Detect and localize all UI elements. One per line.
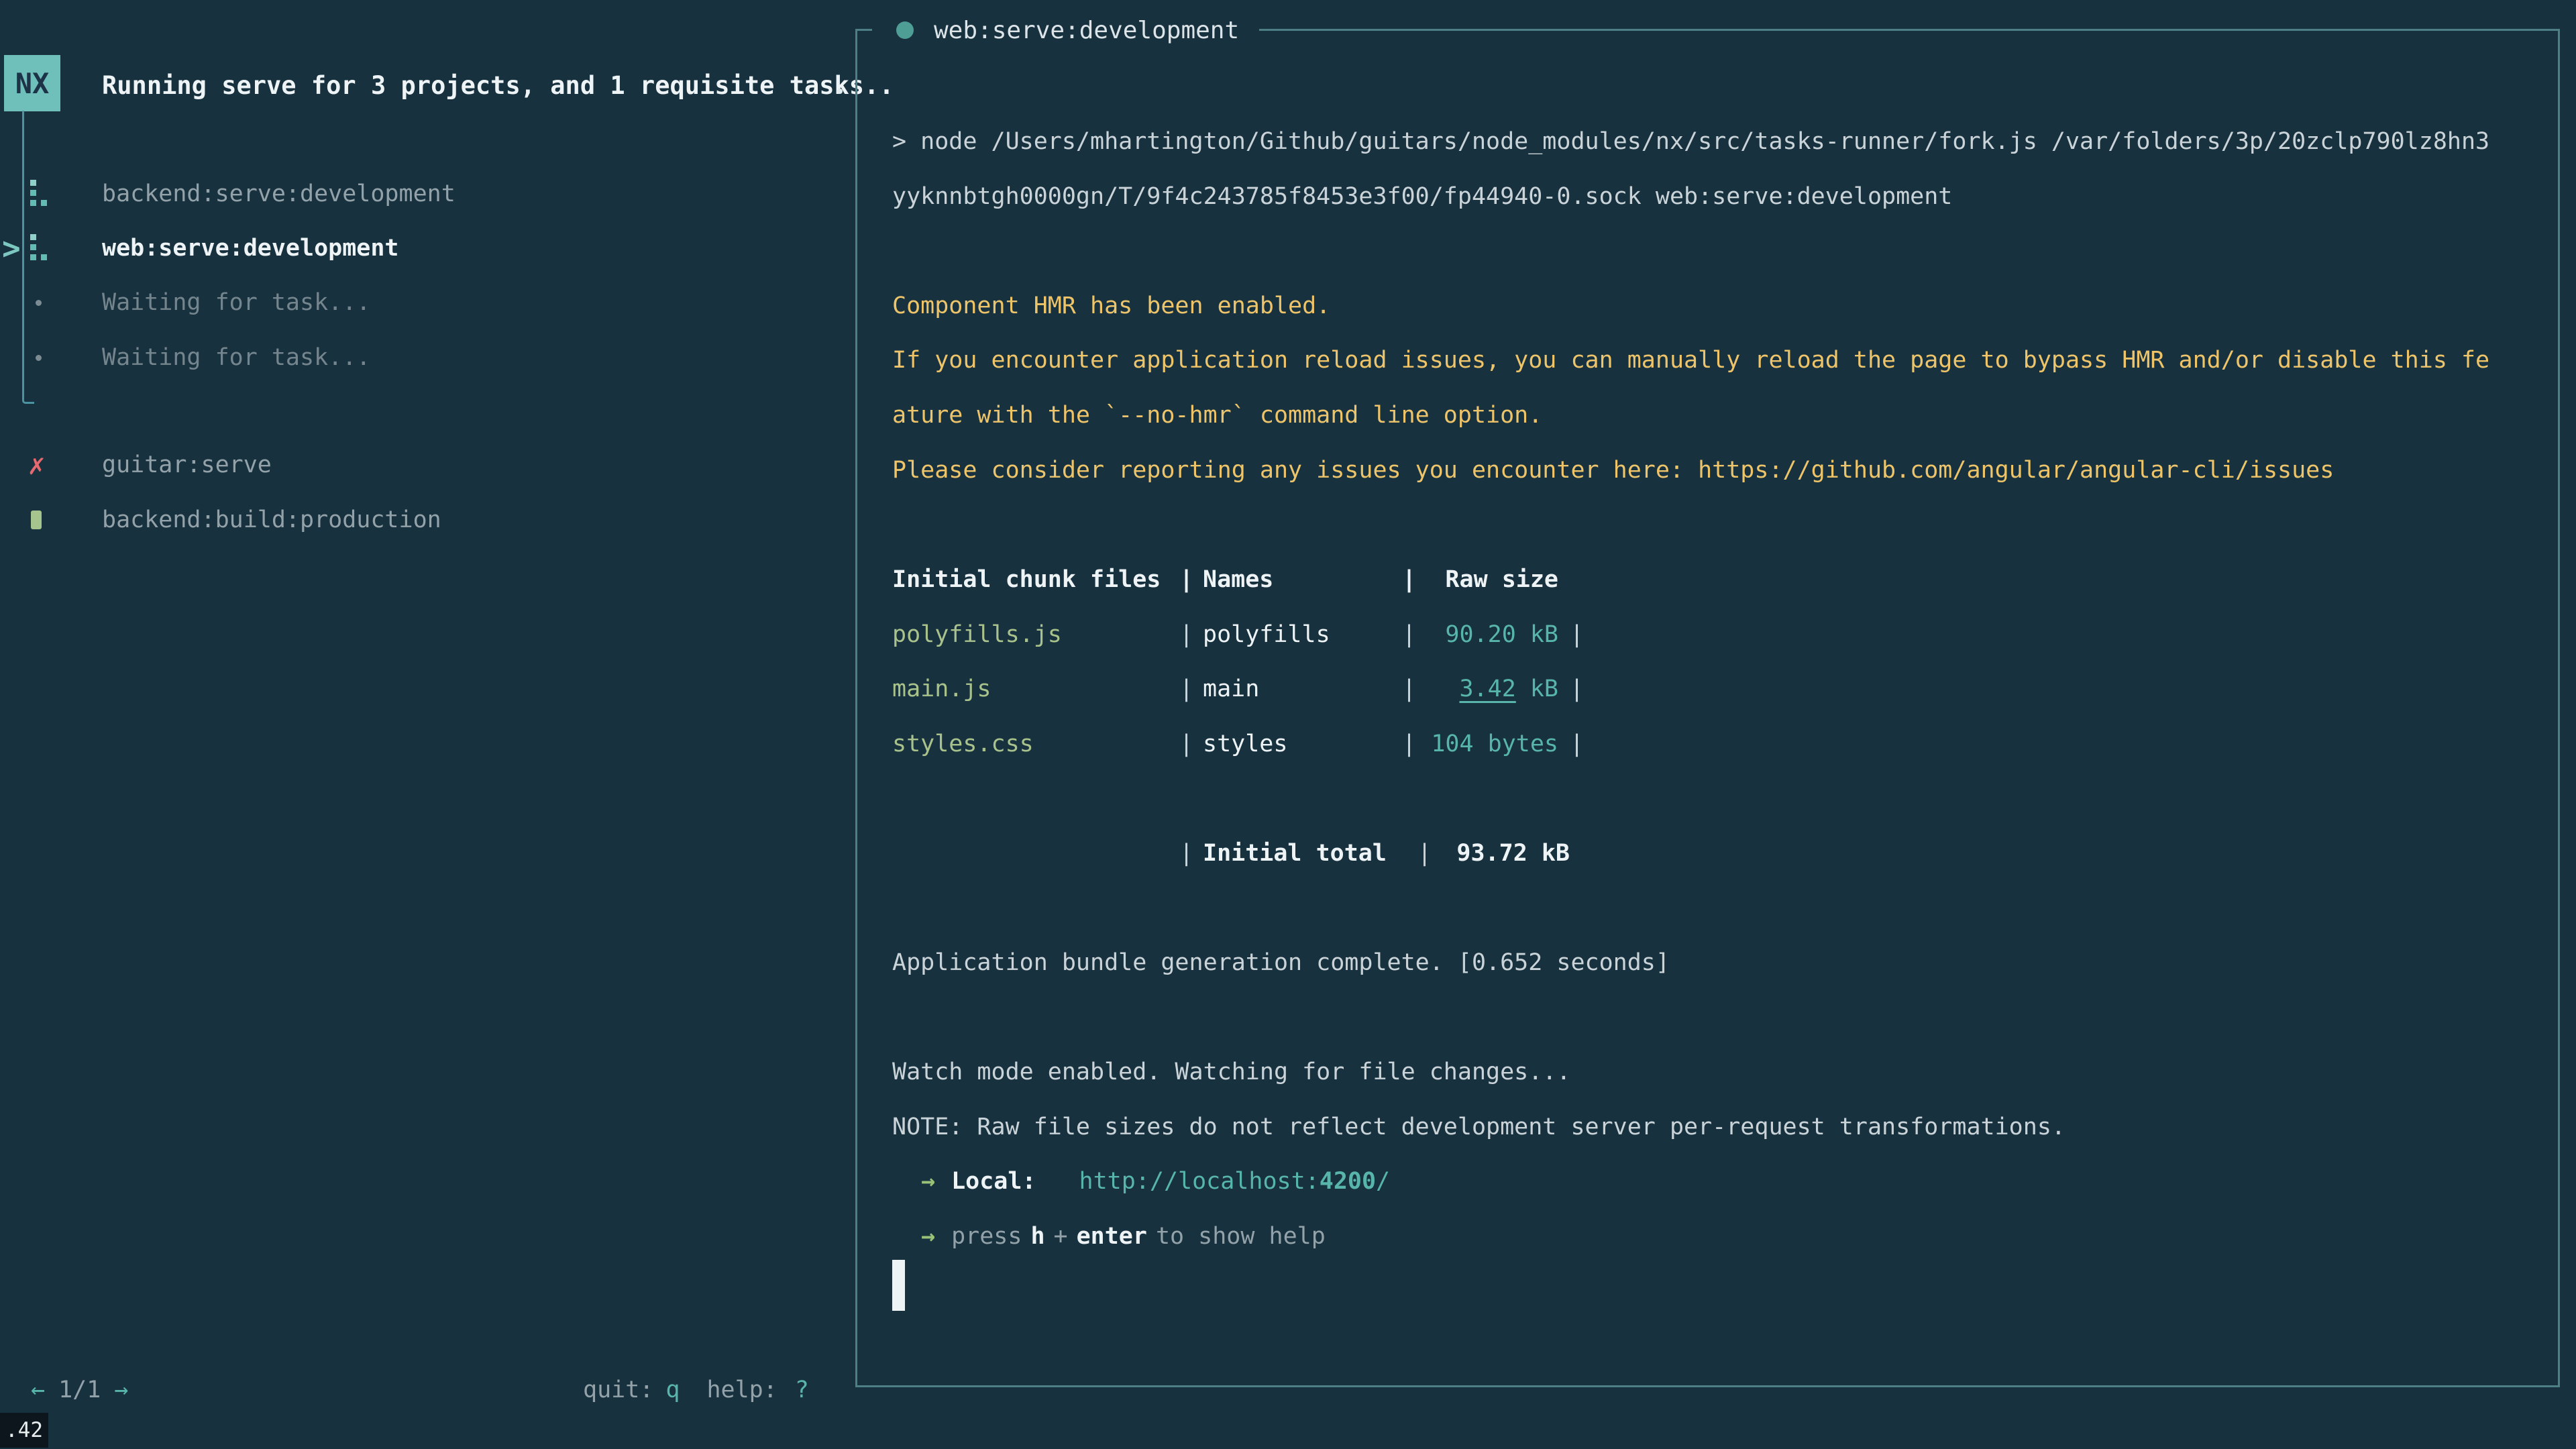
table-pipe: | (1402, 716, 1416, 771)
col-header-raw-size: Raw size (1421, 552, 1558, 607)
task-row[interactable]: ✗ guitar:serve (0, 437, 852, 492)
chunk-size: 90.20 kB (1421, 607, 1558, 662)
task-label: backend:build:production (102, 506, 441, 533)
table-pipe: | (1402, 661, 1416, 716)
table-pipe: | (1179, 716, 1193, 771)
chunk-name: polyfills (1203, 607, 1330, 662)
press-label: press (951, 1223, 1022, 1250)
task-row-selected[interactable]: > web:serve:development (0, 221, 852, 276)
waiting-dot-icon (36, 355, 42, 361)
table-pipe: | (1402, 552, 1416, 607)
chunk-table-row: styles.css | styles | 104 bytes | (857, 716, 2558, 771)
total-size: 93.72 kB (1428, 826, 1570, 881)
page-title: Running serve for 3 projects, and 1 requ… (102, 58, 894, 113)
arrow-right-icon: → (921, 1223, 935, 1250)
help-key[interactable]: ? (795, 1377, 809, 1403)
table-pipe: | (1179, 661, 1193, 716)
note-line: NOTE: Raw file sizes do not reflect deve… (892, 1099, 2065, 1155)
hmr-warning-line: If you encounter application reload issu… (892, 333, 2489, 388)
chunk-table-total-row: | Initial total | 93.72 kB (857, 826, 2558, 881)
col-header-names: Names (1203, 552, 1273, 607)
chunk-file: styles.css (892, 716, 1034, 771)
terminal-cursor (892, 1260, 905, 1311)
total-label: Initial total (1203, 826, 1387, 881)
chunk-table-header: Initial chunk files | Names | Raw size (857, 552, 2558, 607)
chunk-file: main.js (892, 661, 991, 716)
pager-next-arrow-icon[interactable]: → (114, 1377, 128, 1403)
task-label: Waiting for task... (102, 344, 370, 371)
hmr-warning-line: Component HMR has been enabled. (892, 278, 1330, 333)
chunk-name: main (1203, 661, 1259, 716)
table-pipe: | (1179, 826, 1193, 881)
task-row[interactable]: Waiting for task... (0, 330, 852, 385)
nx-tui-screen: NX Running serve for 3 projects, and 1 r… (0, 0, 2576, 1449)
quit-key[interactable]: q (665, 1377, 680, 1403)
help-hint-rest: to show help (1156, 1223, 1326, 1250)
pager: ← 1/1 → (31, 1362, 128, 1417)
chunk-table-row: main.js | main | 3.42 kB | (857, 661, 2558, 716)
col-header-files: Initial chunk files (892, 552, 1161, 607)
scroll-indicator-dot (837, 89, 843, 94)
help-label: help: (706, 1377, 777, 1403)
spinner-icon (30, 180, 49, 208)
local-url-line: → Local: http://localhost:4200/ (921, 1154, 1390, 1209)
failed-x-icon: ✗ (28, 437, 45, 492)
watch-mode-line: Watch mode enabled. Watching for file ch… (892, 1044, 1570, 1099)
selection-chevron-icon: > (2, 230, 21, 266)
chunk-file: polyfills.js (892, 607, 1062, 662)
plus-sign: + (1054, 1223, 1068, 1250)
arrow-right-icon: → (921, 1168, 935, 1195)
chunk-table-row: polyfills.js | polyfills | 90.20 kB | (857, 607, 2558, 662)
task-label: Waiting for task... (102, 289, 370, 316)
table-pipe: | (1570, 661, 1584, 716)
table-pipe: | (1570, 716, 1584, 771)
table-pipe: | (1570, 607, 1584, 662)
hmr-warning-line: ature with the `--no-hmr` command line o… (892, 388, 1542, 443)
local-url[interactable]: http://localhost:4200/ (1079, 1168, 1391, 1195)
key-enter: enter (1077, 1223, 1147, 1250)
shortcut-hints: quit: q help: ? (583, 1362, 809, 1417)
chunk-size: 3.42 kB (1421, 661, 1558, 716)
panel-title-label: web:serve:development (934, 17, 1239, 44)
task-label: backend:serve:development (102, 180, 455, 207)
hmr-warning-line: Please consider reporting any issues you… (892, 443, 2334, 498)
nx-logo-badge: NX (4, 55, 60, 111)
key-h: h (1030, 1223, 1044, 1250)
panel-title: web:serve:development (872, 11, 1259, 50)
local-label: Local: (951, 1168, 1036, 1195)
task-row[interactable]: backend:serve:development (0, 166, 852, 221)
task-label: guitar:serve (102, 451, 272, 478)
mouse-position-overlay: .42 (0, 1413, 48, 1448)
chunk-name: styles (1203, 716, 1287, 771)
task-output-panel[interactable]: web:serve:development > node /Users/mhar… (855, 29, 2560, 1387)
waiting-dot-icon (36, 300, 42, 306)
running-status-dot-icon (896, 21, 914, 39)
spinner-icon (30, 234, 49, 262)
pager-prev-arrow-icon[interactable]: ← (31, 1377, 45, 1403)
task-row[interactable]: Waiting for task... (0, 275, 852, 330)
table-pipe: | (1402, 607, 1416, 662)
terminal-command-line: yyknnbtgh0000gn/T/9f4c243785f8453e3f00/f… (892, 169, 1952, 224)
bundle-complete-line: Application bundle generation complete. … (892, 935, 1670, 990)
table-pipe: | (1179, 607, 1193, 662)
help-hint-line: → press h + enter to show help (921, 1209, 1326, 1264)
quit-label: quit: (583, 1377, 653, 1403)
chunk-size: 104 bytes (1421, 716, 1558, 771)
task-label: web:serve:development (102, 235, 399, 262)
success-square-icon (31, 511, 42, 529)
table-pipe: | (1179, 552, 1193, 607)
terminal-command-line: > node /Users/mhartington/Github/guitars… (892, 114, 2489, 169)
pager-label: 1/1 (58, 1377, 101, 1403)
task-row[interactable]: backend:build:production (0, 492, 852, 547)
